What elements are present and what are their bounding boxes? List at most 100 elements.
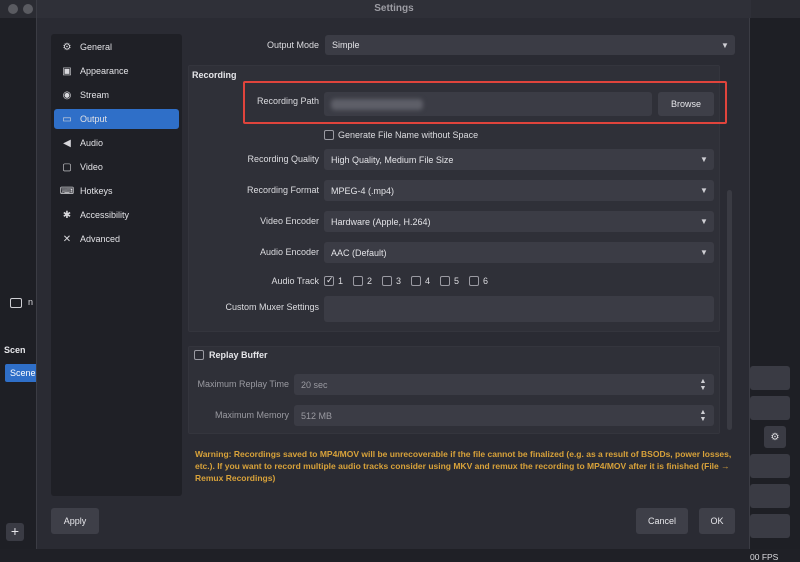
output-mode-select[interactable]: Simple ▼ bbox=[325, 35, 735, 55]
output-mode-value: Simple bbox=[332, 40, 360, 50]
audio-track-checkbox[interactable] bbox=[382, 276, 392, 286]
sidebar-item-label: Video bbox=[80, 162, 103, 172]
audio-track-checkbox[interactable] bbox=[324, 275, 334, 286]
main-window-left-panel: n Scen Scene + bbox=[0, 18, 36, 549]
scene-list-item[interactable]: Scene bbox=[5, 364, 36, 382]
sidebar-item-label: Output bbox=[80, 114, 108, 124]
recording-format-label: Recording Format bbox=[246, 185, 319, 195]
sidebar-item-label: Stream bbox=[80, 90, 110, 100]
video-encoder-select[interactable]: Hardware (Apple, H.264) ▼ bbox=[324, 211, 714, 232]
minimize-window-icon[interactable] bbox=[23, 4, 33, 14]
max-replay-time-spinbox[interactable]: 20 sec ▲ ▼ bbox=[294, 374, 714, 395]
dialog-titlebar: Settings bbox=[37, 0, 751, 18]
sidebar-item-video[interactable]: ▢ Video bbox=[54, 157, 179, 177]
chevron-down-icon: ▼ bbox=[700, 155, 708, 164]
antenna-icon: ◉ bbox=[62, 89, 72, 101]
monitor-icon bbox=[10, 298, 22, 308]
video-icon: ▢ bbox=[62, 161, 72, 173]
fps-readout: 00 FPS bbox=[750, 552, 779, 562]
audio-track-number: 4 bbox=[425, 276, 431, 286]
apply-button[interactable]: Apply bbox=[51, 508, 99, 534]
scenes-panel-title: Scen bbox=[4, 345, 26, 355]
generate-filename-checkbox[interactable] bbox=[324, 130, 334, 140]
custom-muxer-input[interactable] bbox=[324, 296, 714, 322]
recording-path-highlight bbox=[243, 81, 727, 124]
gear-icon: ⚙ bbox=[62, 41, 72, 53]
recording-group-title: Recording bbox=[192, 70, 237, 80]
keyboard-icon: ⌨ bbox=[59, 185, 75, 197]
output-icon: ▭ bbox=[62, 113, 72, 125]
settings-sidebar: ⚙ General ▣ Appearance ◉ Stream ▭ Output ◀ Audio ▢… bbox=[51, 34, 182, 496]
main-window-right-panel: ⚙ 00 FPS bbox=[750, 18, 800, 562]
control-button[interactable] bbox=[750, 366, 790, 390]
chevron-down-icon: ▼ bbox=[700, 186, 708, 195]
audio-encoder-label: Audio Encoder bbox=[259, 247, 319, 257]
audio-track-number: 6 bbox=[483, 276, 489, 286]
chevron-down-icon: ▼ bbox=[700, 217, 708, 226]
sidebar-item-label: Appearance bbox=[80, 66, 129, 76]
audio-track-checkbox[interactable] bbox=[469, 276, 479, 286]
audio-track-number: 3 bbox=[396, 276, 402, 286]
output-mode-label: Output Mode bbox=[266, 40, 319, 50]
sidebar-item-output[interactable]: ▭ Output bbox=[54, 109, 179, 129]
video-encoder-label: Video Encoder bbox=[260, 216, 319, 226]
sidebar-item-label: Hotkeys bbox=[80, 186, 113, 196]
audio-encoder-value: AAC (Default) bbox=[331, 247, 387, 258]
sidebar-item-advanced[interactable]: ✕ Advanced bbox=[54, 229, 179, 249]
sidebar-item-label: Accessibility bbox=[80, 210, 130, 220]
wrench-icon: ✕ bbox=[62, 233, 72, 245]
audio-track-checkbox[interactable] bbox=[411, 276, 421, 286]
sidebar-item-appearance[interactable]: ▣ Appearance bbox=[54, 61, 179, 81]
spinner-arrows-icon[interactable]: ▲ ▼ bbox=[692, 374, 714, 395]
max-memory-value: 512 MB bbox=[301, 410, 333, 421]
replay-buffer-title: Replay Buffer bbox=[209, 350, 268, 360]
add-scene-button[interactable]: + bbox=[6, 523, 24, 541]
ok-button[interactable]: OK bbox=[699, 508, 735, 534]
control-button[interactable] bbox=[750, 484, 790, 508]
custom-muxer-label: Custom Muxer Settings bbox=[225, 302, 319, 312]
chevron-down-icon: ▼ bbox=[700, 248, 708, 257]
audio-track-number: 2 bbox=[367, 276, 373, 286]
recording-quality-value: High Quality, Medium File Size bbox=[331, 154, 454, 165]
recording-format-value: MPEG-4 (.mp4) bbox=[331, 185, 395, 196]
settings-gear-icon[interactable]: ⚙ bbox=[764, 426, 786, 448]
sidebar-item-label: Audio bbox=[80, 138, 104, 148]
panel-letter: n bbox=[28, 297, 34, 307]
audio-track-number: 5 bbox=[454, 276, 460, 286]
spinner-arrows-icon[interactable]: ▲ ▼ bbox=[692, 405, 714, 426]
max-memory-label: Maximum Memory bbox=[214, 410, 289, 420]
scrollbar[interactable] bbox=[727, 190, 732, 430]
max-memory-spinbox[interactable]: 512 MB ▲ ▼ bbox=[294, 405, 714, 426]
max-replay-time-label: Maximum Replay Time bbox=[197, 379, 289, 389]
sidebar-item-audio[interactable]: ◀ Audio bbox=[54, 133, 179, 153]
close-window-icon[interactable] bbox=[8, 4, 18, 14]
speaker-icon: ◀ bbox=[63, 137, 71, 149]
accessibility-icon: ✱ bbox=[62, 209, 72, 221]
sidebar-item-hotkeys[interactable]: ⌨ Hotkeys bbox=[54, 181, 179, 201]
audio-track-checkbox[interactable] bbox=[353, 276, 363, 286]
sidebar-item-stream[interactable]: ◉ Stream bbox=[54, 85, 179, 105]
sidebar-item-accessibility[interactable]: ✱ Accessibility bbox=[54, 205, 179, 225]
generate-filename-label: Generate File Name without Space bbox=[338, 130, 479, 140]
audio-encoder-select[interactable]: AAC (Default) ▼ bbox=[324, 242, 714, 263]
replay-buffer-checkbox[interactable] bbox=[194, 350, 204, 360]
sidebar-item-label: General bbox=[80, 42, 113, 52]
control-button[interactable] bbox=[750, 514, 790, 538]
recording-format-select[interactable]: MPEG-4 (.mp4) ▼ bbox=[324, 180, 714, 201]
chevron-down-icon: ▼ bbox=[721, 40, 729, 50]
sidebar-item-general[interactable]: ⚙ General bbox=[54, 37, 179, 57]
audio-track-label: Audio Track bbox=[271, 276, 319, 286]
audio-track-checkbox[interactable] bbox=[440, 276, 450, 286]
control-button[interactable] bbox=[750, 454, 790, 478]
video-encoder-value: Hardware (Apple, H.264) bbox=[331, 216, 431, 227]
monitor-icon: ▣ bbox=[62, 65, 72, 77]
settings-dialog: Settings ⚙ General ▣ Appearance ◉ Stream ▭ Outp… bbox=[36, 0, 751, 549]
warning-text: Warning: Recordings saved to MP4/MOV wil… bbox=[195, 449, 732, 483]
recording-quality-label: Recording Quality bbox=[247, 154, 319, 164]
dialog-title: Settings bbox=[374, 3, 414, 14]
max-replay-time-value: 20 sec bbox=[301, 379, 328, 390]
control-button[interactable] bbox=[750, 396, 790, 420]
recording-quality-select[interactable]: High Quality, Medium File Size ▼ bbox=[324, 149, 714, 170]
audio-track-number: 1 bbox=[338, 276, 344, 286]
cancel-button[interactable]: Cancel bbox=[636, 508, 688, 534]
